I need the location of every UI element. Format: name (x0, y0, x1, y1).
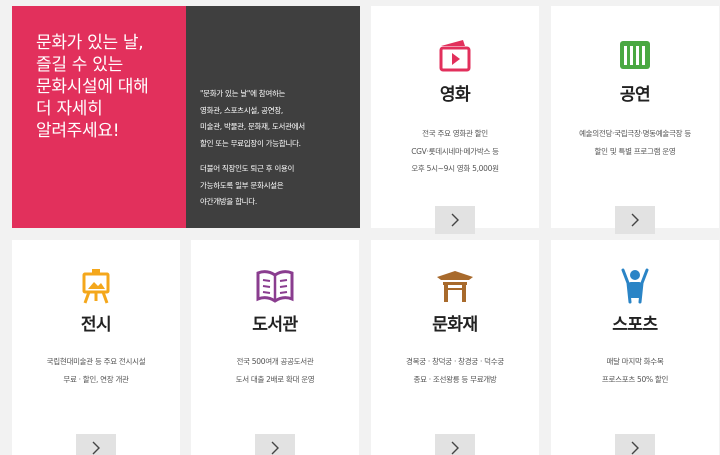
easel-icon (76, 268, 116, 304)
card-movie[interactable]: 영화 전국 주요 영화관 할인 CGV·롯데시네마·메가박스 등 오후 5시~9… (371, 6, 539, 234)
more-button[interactable] (435, 434, 475, 455)
hero-info-panel: "문화가 있는 날"에 참여하는 영화관, 스포츠시설, 공연장, 미술관, 박… (186, 6, 360, 228)
card-title: 영화 (439, 85, 471, 105)
card-description: 전국 주요 영화관 할인 CGV·롯데시네마·메가박스 등 오후 5시~9시 영… (411, 129, 499, 173)
chevron-right-icon (631, 441, 639, 455)
card-description: 경복궁 · 창덕궁 · 창경궁 · 덕수궁 종묘 · 조선왕릉 등 무료개방 (406, 357, 504, 384)
hero-headline: 문화가 있는 날, 즐길 수 있는 문화시설에 대해 더 자세히 알려주세요! (36, 33, 149, 141)
card-heritage[interactable]: 문화재 경복궁 · 창덕궁 · 창경궁 · 덕수궁 종묘 · 조선왕릉 등 무료… (371, 240, 539, 455)
chevron-right-icon (271, 441, 279, 455)
card-description: 전국 500여개 공공도서관 도서 대출 2배로 확대 운영 (235, 357, 315, 384)
card-exhibition[interactable]: 전시 국립현대미술관 등 주요 전시시설 무료 · 할인, 연장 개관 (12, 240, 180, 455)
chevron-right-icon (92, 441, 100, 455)
card-library[interactable]: 도서관 전국 500여개 공공도서관 도서 대출 2배로 확대 운영 (191, 240, 359, 455)
hero-headline-panel: 문화가 있는 날, 즐길 수 있는 문화시설에 대해 더 자세히 알려주세요! (12, 6, 193, 228)
more-button[interactable] (76, 434, 116, 455)
cheering-person-icon (615, 268, 655, 304)
piano-keys-icon (615, 38, 655, 74)
chevron-right-icon (451, 441, 459, 455)
more-button[interactable] (615, 434, 655, 455)
chevron-right-icon (451, 213, 459, 227)
more-button[interactable] (435, 206, 475, 234)
book-icon (255, 268, 295, 304)
card-description: 예술의전당·국립극장·명동예술극장 등 할인 및 특별 프로그램 운영 (579, 129, 691, 156)
hero-paragraph-1: "문화가 있는 날"에 참여하는 영화관, 스포츠시설, 공연장, 미술관, 박… (200, 89, 305, 148)
card-title: 문화재 (432, 315, 478, 335)
card-title: 도서관 (252, 315, 298, 335)
chevron-right-icon (631, 213, 639, 227)
clapperboard-icon (435, 38, 475, 74)
card-sports[interactable]: 스포츠 매달 마지막 화수목 프로스포츠 50% 할인 (551, 240, 719, 455)
hero-paragraph-2: 더불어 직장인도 퇴근 후 이용이 가능하도록 일부 문화시설은 야간개방을 합… (200, 164, 295, 206)
card-title: 공연 (619, 85, 651, 105)
card-title: 스포츠 (612, 315, 658, 335)
card-description: 국립현대미술관 등 주요 전시시설 무료 · 할인, 연장 개관 (46, 357, 146, 384)
card-performance[interactable]: 공연 예술의전당·국립극장·명동예술극장 등 할인 및 특별 프로그램 운영 (551, 6, 719, 234)
gate-icon (435, 268, 475, 304)
card-title: 전시 (80, 315, 112, 335)
more-button[interactable] (615, 206, 655, 234)
card-description: 매달 마지막 화수목 프로스포츠 50% 할인 (601, 357, 669, 384)
more-button[interactable] (255, 434, 295, 455)
